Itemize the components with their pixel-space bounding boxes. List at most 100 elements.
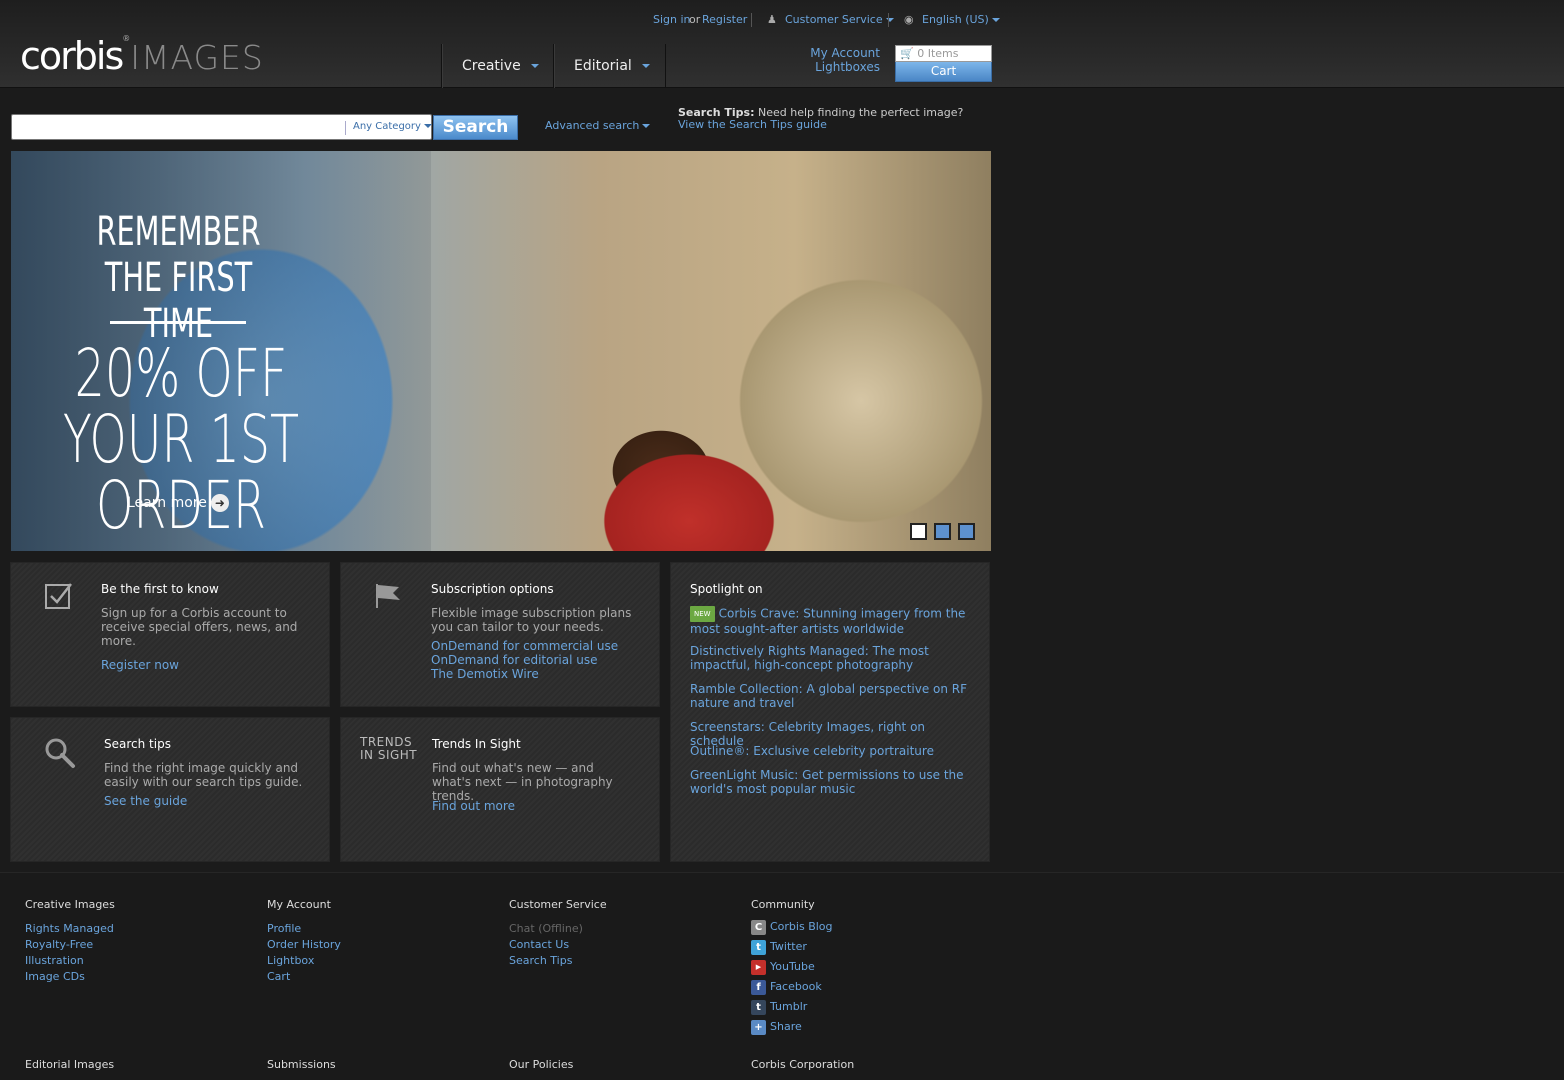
spotlight-item[interactable]: Ramble Collection: A global perspective … [690, 682, 980, 710]
learn-more-button[interactable]: Learn more ➜ [127, 494, 229, 512]
account-links: My Account Lightboxes [800, 46, 880, 74]
footer-heading: Corbis Corporation [751, 1058, 855, 1071]
magnifier-icon [45, 738, 75, 768]
hero-divider [110, 321, 246, 324]
footer-heading: My Account [267, 898, 331, 911]
search-button[interactable]: Search [433, 115, 518, 140]
footer-link[interactable]: Order History [267, 937, 341, 953]
cart-icon: 🛒 [900, 47, 914, 60]
footer-link-label: Twitter [770, 940, 807, 953]
spotlight-item[interactable]: Distinctively Rights Managed: The most i… [690, 644, 980, 672]
footer-col-service: Customer Service Chat (Offline) Contact … [509, 898, 607, 969]
globe-icon: ◉ [904, 13, 914, 26]
find-out-more-link[interactable]: Find out more [432, 799, 515, 813]
panel-title: Trends In Sight [432, 737, 521, 751]
panel-subscription: Subscription options Flexible image subs… [340, 562, 660, 707]
search-tips-link[interactable]: View the Search Tips guide [678, 118, 827, 131]
chevron-down-icon [885, 18, 894, 22]
slide-dot-3[interactable] [958, 523, 975, 540]
tumblr-link[interactable]: t Tumblr [751, 997, 833, 1017]
customer-service-icon: ♟ [767, 13, 777, 26]
footer-link[interactable]: Image CDs [25, 969, 115, 985]
panel-title: Spotlight on [690, 582, 763, 596]
footer-link-label: YouTube [770, 960, 815, 973]
logo-brand: corbis [20, 34, 124, 78]
footer-link[interactable]: Royalty-Free [25, 937, 115, 953]
category-select[interactable]: Any Category [345, 121, 432, 135]
cart-items-count: 🛒 0 Items [895, 45, 992, 62]
tumblr-icon: t [751, 999, 766, 1015]
footer-link[interactable]: Rights Managed [25, 921, 115, 937]
spotlight-item[interactable]: NEW Corbis Crave: Stunning imagery from t… [690, 606, 980, 636]
search-tips-note: Search Tips: Need help finding the perfe… [678, 107, 978, 131]
panel-spotlight: Spotlight on NEW Corbis Crave: Stunning i… [670, 562, 990, 862]
see-guide-link[interactable]: See the guide [104, 794, 187, 808]
nav-creative[interactable]: Creative [441, 44, 553, 88]
hero-banner[interactable]: REMEMBER THE FIRST TIME 20% OFF YOUR 1ST… [11, 151, 991, 551]
youtube-link[interactable]: ▶ YouTube [751, 957, 833, 977]
customer-service-menu[interactable]: Customer Service [785, 13, 894, 26]
chevron-down-icon [423, 124, 432, 128]
facebook-icon: f [751, 979, 766, 995]
register-now-link[interactable]: Register now [101, 658, 179, 672]
share-link[interactable]: + Share [751, 1017, 833, 1037]
footer-heading: Editorial Images [25, 1058, 115, 1071]
flag-icon [376, 584, 400, 608]
hero-headline: REMEMBER THE FIRST TIME [96, 209, 261, 347]
facebook-link[interactable]: f Facebook [751, 977, 833, 997]
logo-sub: IMAGES [130, 38, 264, 77]
demotix-wire-link[interactable]: The Demotix Wire [431, 667, 539, 681]
corbis-blog-link[interactable]: C Corbis Blog [751, 917, 833, 937]
panel-trends: TRENDS IN SIGHT Trends In Sight Find out… [340, 717, 660, 862]
spotlight-item[interactable]: GreenLight Music: Get permissions to use… [690, 768, 980, 796]
nav-editorial-label: Editorial [574, 58, 632, 74]
corbis-logo[interactable]: corbis®IMAGES [20, 34, 264, 78]
footer-col-account: My Account Profile Order History Lightbo… [267, 898, 341, 985]
cart-button[interactable]: Cart [895, 62, 992, 82]
panel-desc: Find the right image quickly and easily … [104, 761, 303, 789]
panel-desc: Find out what's new — and what's next — … [432, 761, 613, 803]
chevron-down-icon [530, 64, 539, 68]
language-label: English (US) [922, 13, 989, 26]
blog-icon: C [751, 919, 766, 935]
footer-heading: Creative Images [25, 898, 115, 911]
footer-link[interactable]: Illustration [25, 953, 115, 969]
cart-widget[interactable]: 🛒 0 Items Cart [895, 45, 992, 83]
footer-link[interactable]: Contact Us [509, 937, 607, 953]
footer-link[interactable]: Lightbox [267, 953, 341, 969]
footer-link[interactable]: Profile [267, 921, 341, 937]
register-link[interactable]: Register [702, 13, 747, 26]
chevron-down-icon [642, 124, 651, 128]
footer-link[interactable]: Search Tips [509, 953, 607, 969]
nav-creative-label: Creative [462, 58, 521, 74]
nav-divider [665, 44, 666, 88]
search-input[interactable] [12, 115, 342, 139]
ondemand-editorial-link[interactable]: OnDemand for editorial use [431, 653, 597, 667]
site-header: Sign in or Register ♟ Customer Service ◉… [0, 0, 1564, 88]
trends-logo: TRENDS IN SIGHT [360, 735, 418, 762]
footer-heading: Customer Service [509, 898, 607, 911]
utility-bar: Sign in or Register ♟ Customer Service ◉… [0, 13, 1000, 29]
panel-search-tips: Search tips Find the right image quickly… [10, 717, 330, 862]
nav-editorial[interactable]: Editorial [553, 44, 665, 88]
slide-dot-1[interactable] [910, 523, 927, 540]
ondemand-commercial-link[interactable]: OnDemand for commercial use [431, 639, 618, 653]
my-account-link[interactable]: My Account [800, 46, 880, 60]
footer-link[interactable]: Cart [267, 969, 341, 985]
advanced-search-label: Advanced search [545, 119, 640, 132]
signin-link[interactable]: Sign in [653, 13, 691, 26]
footer-heading: Submissions [267, 1058, 336, 1071]
slide-dot-2[interactable] [934, 523, 951, 540]
search-box: Any Category [11, 114, 432, 140]
twitter-link[interactable]: t Twitter [751, 937, 833, 957]
category-label: Any Category [353, 121, 421, 132]
language-menu[interactable]: English (US) [922, 13, 1000, 26]
chevron-down-icon [991, 18, 1000, 22]
cart-items-label: 0 Items [917, 47, 959, 60]
new-badge: NEW [690, 606, 715, 622]
footer-heading: Community [751, 898, 815, 911]
chevron-down-icon [641, 64, 650, 68]
advanced-search-link[interactable]: Advanced search [545, 119, 651, 132]
lightboxes-link[interactable]: Lightboxes [800, 60, 880, 74]
spotlight-item[interactable]: Outline®: Exclusive celebrity portraitur… [690, 744, 980, 758]
